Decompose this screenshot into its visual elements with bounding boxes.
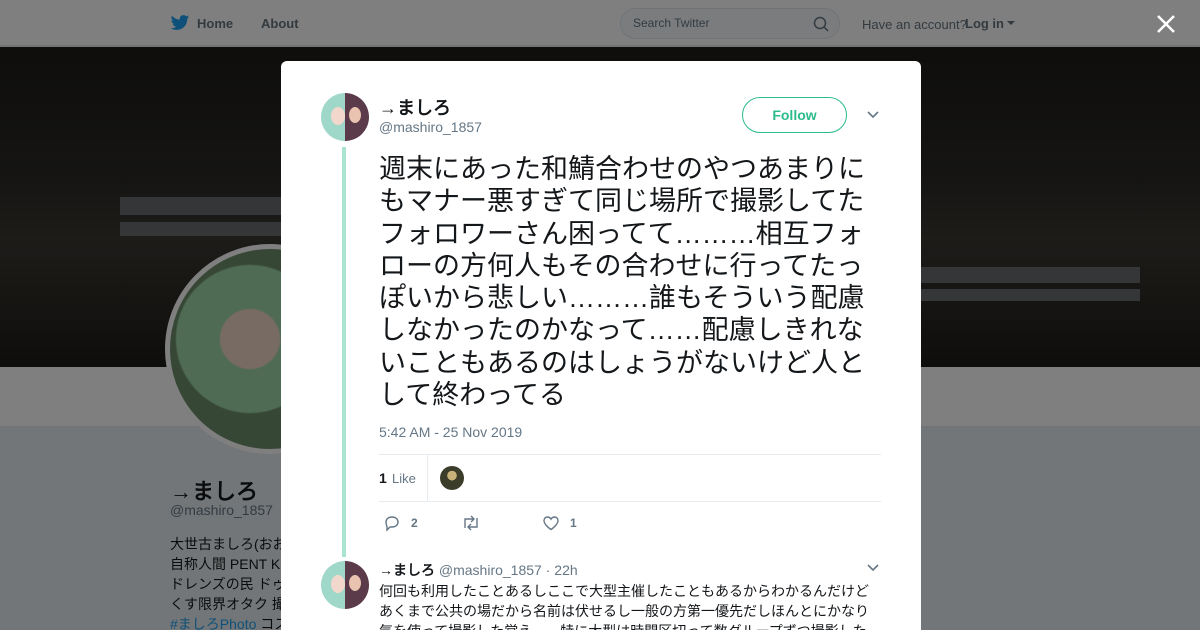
- tweet-actions: 2 1: [379, 511, 879, 535]
- reply-separator: ·: [545, 562, 551, 578]
- reply-author-handle[interactable]: @mashiro_1857: [439, 562, 542, 578]
- thread-line: [342, 147, 346, 557]
- author-avatar[interactable]: [321, 93, 369, 141]
- reply-icon[interactable]: [383, 514, 401, 532]
- liker-avatar[interactable]: [440, 466, 464, 490]
- reply-count: 2: [411, 516, 418, 530]
- author-handle[interactable]: @mashiro_1857: [379, 119, 482, 135]
- avatar-face: [349, 107, 361, 123]
- avatar-face: [331, 575, 345, 593]
- stats-divider: [427, 455, 428, 501]
- likes-count[interactable]: 1: [379, 470, 387, 486]
- follow-button[interactable]: Follow: [742, 97, 847, 133]
- chevron-down-icon[interactable]: [866, 563, 880, 573]
- tweet-modal: →ましろ @mashiro_1857 Follow 週末にあった和鯖合わせのやつ…: [281, 61, 921, 630]
- tweet-text: 週末にあった和鯖合わせのやつあまりにもマナー悪すぎて同じ場所で撮影してたフォロワ…: [379, 154, 865, 411]
- close-icon[interactable]: [1155, 13, 1177, 35]
- author-name[interactable]: →ましろ: [379, 94, 451, 120]
- heart-icon[interactable]: [542, 514, 560, 532]
- likes-label[interactable]: Like: [392, 471, 416, 486]
- retweet-icon[interactable]: [461, 514, 481, 532]
- avatar-face: [349, 575, 361, 591]
- like-count: 1: [570, 516, 577, 530]
- reply-text: 何回も利用したことあるしここで大型主催したこともあるからわかるんだけどあくまで公…: [379, 583, 869, 630]
- reply-header: →ましろ @mashiro_1857 · 22h: [379, 560, 578, 580]
- chevron-down-icon[interactable]: [866, 110, 880, 120]
- reply-time[interactable]: 22h: [554, 562, 577, 578]
- reply-author-avatar[interactable]: [321, 561, 369, 609]
- tweet-stats: 1 Like: [379, 454, 881, 502]
- tweet-timestamp[interactable]: 5:42 AM - 25 Nov 2019: [379, 424, 522, 440]
- avatar-face: [331, 107, 345, 125]
- reply-author-name[interactable]: →ましろ: [379, 562, 435, 578]
